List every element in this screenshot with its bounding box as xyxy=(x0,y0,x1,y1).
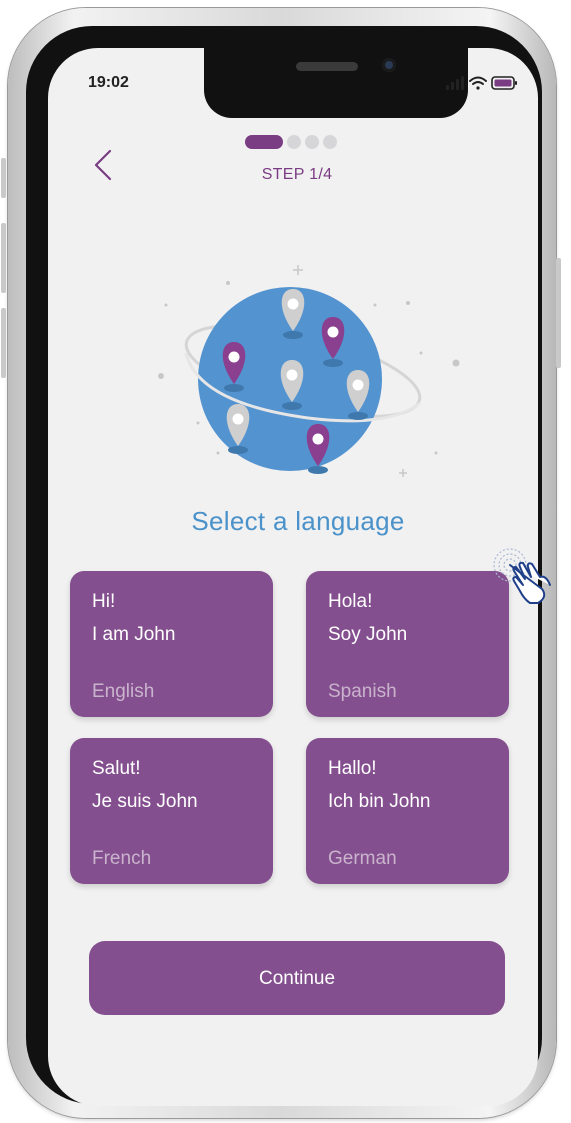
side-button xyxy=(556,258,561,368)
status-icons xyxy=(446,76,517,90)
status-time: 19:02 xyxy=(88,74,129,91)
side-button xyxy=(1,308,6,378)
signal-icon xyxy=(446,76,464,90)
speaker xyxy=(296,62,358,71)
language-card-english[interactable]: Hi! I am John English xyxy=(70,571,273,717)
language-card-spanish[interactable]: Hola! Soy John Spanish xyxy=(306,571,509,717)
progress-step-active xyxy=(245,135,283,149)
language-name: Spanish xyxy=(328,681,397,702)
intro: Je suis John xyxy=(92,791,198,812)
screen: 19:02 STEP 1/4 Select a language Hi! I a… xyxy=(48,48,538,1106)
page-title: Select a language xyxy=(191,506,405,536)
language-name: German xyxy=(328,848,397,869)
battery-icon xyxy=(491,76,517,90)
intro: Soy John xyxy=(328,624,408,645)
step-label: STEP 1/4 xyxy=(261,166,333,183)
language-card-french[interactable]: Salut! Je suis John French xyxy=(70,738,273,884)
side-button xyxy=(1,223,6,293)
intro: I am John xyxy=(92,624,176,645)
greeting: Hi! xyxy=(92,591,116,612)
side-button xyxy=(1,158,6,198)
globe-icon xyxy=(158,265,460,477)
language-name: French xyxy=(92,848,152,869)
progress-step xyxy=(287,135,301,149)
greeting: Hola! xyxy=(328,591,373,612)
language-card-german[interactable]: Hallo! Ich bin John German xyxy=(306,738,509,884)
step-progress xyxy=(245,134,341,150)
language-name: English xyxy=(92,681,155,702)
greeting: Salut! xyxy=(92,758,141,779)
wifi-icon xyxy=(469,76,487,90)
notch xyxy=(204,48,468,118)
intro: Ich bin John xyxy=(328,791,431,812)
progress-step xyxy=(305,135,319,149)
progress-step xyxy=(323,135,337,149)
greeting: Hallo! xyxy=(328,758,377,779)
hand-tap-icon xyxy=(493,548,551,604)
camera xyxy=(382,58,396,72)
phone-frame: 19:02 STEP 1/4 Select a language Hi! I a… xyxy=(1,8,561,1118)
continue-button[interactable]: Continue xyxy=(89,941,505,1015)
